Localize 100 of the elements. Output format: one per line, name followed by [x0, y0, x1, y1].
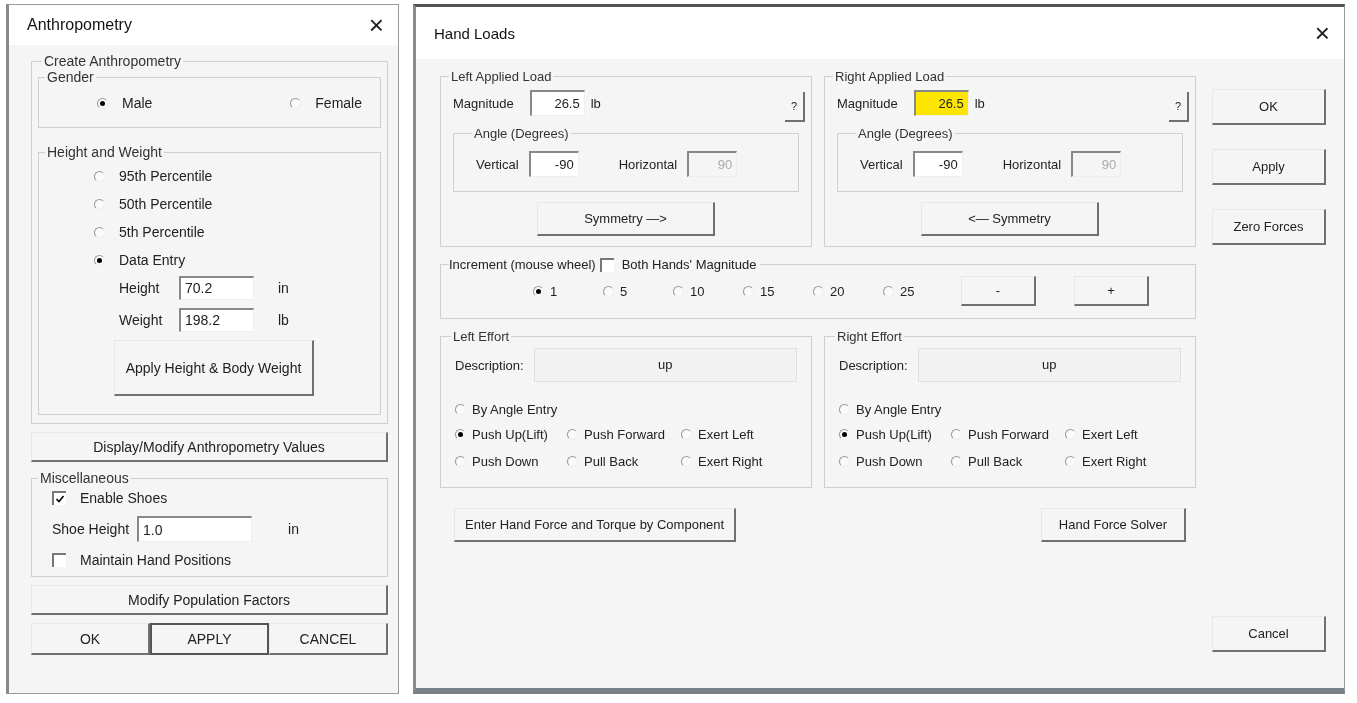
button[interactable]: Symmetry —> — [537, 202, 715, 236]
group-title: Left Effort — [452, 329, 511, 344]
radio-icon[interactable] — [567, 456, 578, 467]
radio-icon[interactable] — [455, 456, 466, 467]
input-field[interactable]: 198.2 — [179, 308, 254, 332]
button[interactable]: Cancel — [1212, 616, 1326, 652]
radio-button[interactable]: Push Forward — [951, 427, 1065, 442]
group-title: Gender — [46, 69, 95, 85]
button[interactable]: OK — [31, 623, 150, 655]
radio-icon[interactable] — [94, 254, 105, 266]
input-field[interactable]: up — [917, 348, 1181, 382]
radio-icon[interactable] — [455, 404, 466, 415]
radio-icon[interactable] — [94, 170, 105, 182]
checkbox[interactable]: Enable Shoes — [52, 490, 377, 506]
group-title: Increment (mouse wheel) — [449, 257, 596, 272]
checkbox[interactable]: Both Hands' Magnitude — [599, 257, 757, 272]
radio-icon[interactable] — [681, 456, 692, 467]
window-title: Hand Loads — [434, 24, 515, 42]
button[interactable]: + — [1074, 276, 1149, 306]
radio-button[interactable]: 5 — [603, 283, 673, 299]
radio-button[interactable]: Exert Left — [681, 427, 797, 442]
radio-button[interactable]: Pull Back — [951, 454, 1065, 469]
radio-icon[interactable] — [681, 429, 692, 440]
radio-button[interactable]: Data Entry — [94, 252, 370, 268]
button[interactable]: Apply — [1212, 149, 1326, 185]
radio-button[interactable]: 10 — [673, 283, 743, 299]
input-field[interactable]: 26.5 — [913, 90, 969, 116]
button[interactable]: Zero Forces — [1212, 209, 1326, 245]
button[interactable]: ? — [1169, 92, 1189, 122]
radio-button[interactable]: Female — [290, 95, 362, 111]
radio-button[interactable]: 15 — [743, 283, 813, 299]
button[interactable]: ? — [785, 92, 805, 122]
radio-icon[interactable] — [1065, 456, 1076, 467]
checkmark-icon — [55, 494, 65, 504]
field-label: Shoe Height — [52, 521, 130, 537]
radio-icon[interactable] — [951, 429, 962, 440]
radio-button[interactable]: Male — [97, 95, 153, 111]
radio-icon[interactable] — [883, 285, 894, 297]
group-title: Height and Weight — [46, 144, 163, 160]
input-field[interactable]: 70.2 — [179, 276, 254, 300]
field-label: Description: — [839, 357, 908, 373]
radio-icon[interactable] — [673, 285, 684, 297]
radio-icon[interactable] — [603, 285, 614, 297]
radio-button[interactable]: Push Down — [839, 454, 951, 469]
radio-icon[interactable] — [455, 429, 466, 440]
radio-icon[interactable] — [97, 97, 108, 109]
radio-icon[interactable] — [290, 97, 302, 109]
input-field[interactable]: up — [533, 348, 797, 382]
radio-icon[interactable] — [533, 285, 544, 297]
radio-button[interactable]: Exert Right — [681, 454, 797, 469]
radio-button[interactable]: Push Up(Lift) — [455, 427, 567, 442]
radio-icon[interactable] — [94, 226, 105, 238]
radio-icon[interactable] — [839, 404, 850, 415]
radio-button[interactable]: Push Up(Lift) — [839, 427, 951, 442]
radio-button[interactable]: Push Down — [455, 454, 567, 469]
input-field[interactable]: -90 — [912, 151, 963, 177]
field-label: Magnitude — [837, 95, 898, 111]
field-label: Height — [119, 280, 161, 296]
field-label: Vertical — [476, 156, 519, 172]
radio-icon[interactable] — [839, 429, 850, 440]
button[interactable]: APPLY — [150, 623, 269, 655]
input-field[interactable]: 1.0 — [137, 516, 253, 542]
button[interactable]: - — [961, 276, 1036, 306]
radio-button[interactable]: 5th Percentile — [94, 224, 370, 240]
radio-button[interactable]: Exert Left — [1065, 427, 1181, 442]
radio-button[interactable]: By Angle Entry — [839, 402, 1181, 417]
radio-icon[interactable] — [1065, 429, 1076, 440]
radio-icon[interactable] — [94, 198, 105, 210]
radio-button[interactable]: 95th Percentile — [94, 168, 370, 184]
button[interactable]: Hand Force Solver — [1041, 508, 1186, 542]
group-title: Left Applied Load — [450, 69, 553, 84]
radio-button[interactable]: 1 — [533, 283, 603, 299]
field-label: Magnitude — [453, 95, 514, 111]
button[interactable]: CANCEL — [269, 623, 388, 655]
checkbox[interactable]: Maintain Hand Positions — [52, 552, 377, 568]
button[interactable]: <— Symmetry — [921, 202, 1099, 236]
input-field[interactable]: 26.5 — [529, 90, 585, 116]
group-title: Miscellaneous — [39, 470, 130, 486]
group-title: Right Applied Load — [834, 69, 946, 84]
radio-button[interactable]: By Angle Entry — [455, 402, 797, 417]
radio-button[interactable]: 50th Percentile — [94, 196, 370, 212]
radio-icon[interactable] — [813, 285, 824, 297]
input-field[interactable]: -90 — [528, 151, 579, 177]
radio-icon[interactable] — [743, 285, 754, 297]
button[interactable]: Apply Height & Body Weight — [114, 340, 314, 396]
close-button[interactable]: × — [368, 12, 384, 38]
radio-button[interactable]: 25 — [883, 283, 953, 299]
radio-button[interactable]: Pull Back — [567, 454, 681, 469]
radio-button[interactable]: Exert Right — [1065, 454, 1181, 469]
radio-icon[interactable] — [567, 429, 578, 440]
button[interactable]: OK — [1212, 89, 1326, 125]
button[interactable]: Display/Modify Anthropometry Values — [31, 432, 388, 462]
close-button[interactable]: × — [1314, 20, 1330, 46]
button[interactable]: Enter Hand Force and Torque by Component — [454, 508, 737, 542]
radio-button[interactable]: Push Forward — [567, 427, 681, 442]
radio-icon[interactable] — [839, 456, 850, 467]
radio-icon[interactable] — [951, 456, 962, 467]
radio-button[interactable]: 20 — [813, 283, 883, 299]
button[interactable]: Modify Population Factors — [31, 585, 388, 615]
field-label: Weight — [119, 312, 164, 328]
